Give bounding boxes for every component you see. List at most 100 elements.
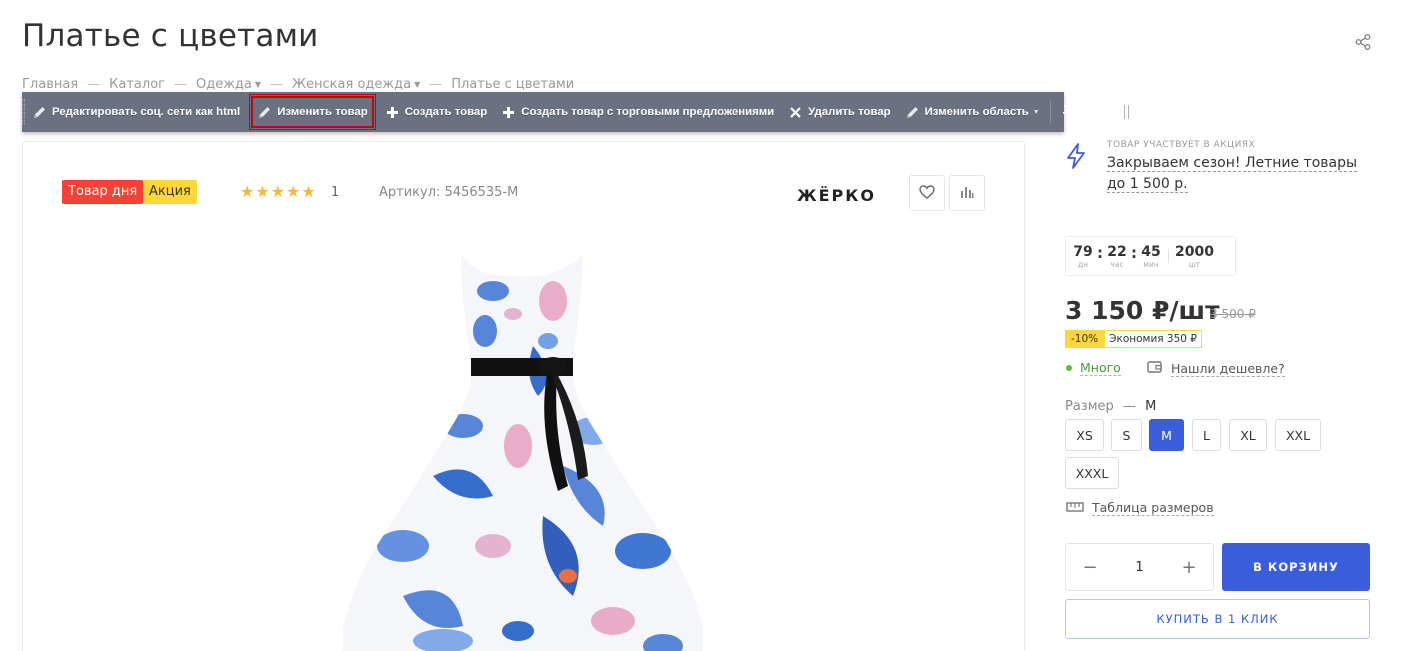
- breadcrumb-item-home[interactable]: Главная: [22, 77, 78, 92]
- chevron-down-icon[interactable]: ▼: [414, 80, 420, 89]
- size-option-s[interactable]: S: [1111, 419, 1142, 451]
- brand-logo[interactable]: ЖЁРКО: [797, 186, 876, 205]
- size-option-xl[interactable]: XL: [1229, 419, 1267, 451]
- rating-count: 1: [331, 185, 340, 200]
- size-label-text: Размер: [1065, 399, 1114, 414]
- toolbar-drag-handle[interactable]: [1120, 92, 1132, 132]
- size-selected-value: M: [1145, 399, 1157, 414]
- size-option-xs[interactable]: XS: [1065, 419, 1104, 451]
- toolbar-item-label: Редактировать соц. сети как html: [52, 106, 241, 118]
- create-product-offers-button[interactable]: Создать товар с торговыми предложениями: [494, 92, 781, 132]
- timer-quantity-unit: шт: [1188, 259, 1201, 269]
- discount-badge: -10% Экономия 350 ₽: [1065, 330, 1202, 348]
- toolbar-item-label: Изменить область: [924, 106, 1029, 118]
- old-price: 3 500 ₽: [1210, 307, 1256, 321]
- timer-minutes: 45 мин: [1140, 244, 1162, 269]
- compare-button[interactable]: [949, 175, 985, 211]
- breadcrumb-item-womens[interactable]: Женская одежда: [292, 77, 411, 92]
- timer-hours-unit: час: [1110, 259, 1124, 269]
- pencil-icon: [257, 105, 272, 120]
- toolbar-item-label: Создать товар с торговыми предложениями: [521, 106, 775, 118]
- countdown-timer: 79 дн : 22 час : 45 мин 2000 шт: [1065, 236, 1236, 276]
- page-title: Платье с цветами: [22, 18, 319, 54]
- toolbar-item-label: Изменить товар: [277, 106, 368, 118]
- timer-hours: 22 час: [1106, 244, 1128, 269]
- size-table-link[interactable]: Таблица размеров: [1066, 500, 1214, 516]
- timer-minutes-value: 45: [1141, 243, 1161, 260]
- stock-status: Много: [1066, 360, 1121, 376]
- product-image[interactable]: [343, 246, 703, 651]
- timer-divider: [1168, 249, 1169, 263]
- size-option-xxxl[interactable]: XXXL: [1065, 457, 1119, 489]
- plus-icon: [501, 105, 516, 120]
- pencil-icon: [905, 105, 920, 120]
- timer-minutes-unit: мин: [1143, 259, 1159, 269]
- timer-quantity-value: 2000: [1175, 243, 1214, 260]
- edit-area-button[interactable]: Изменить область ▼: [898, 92, 1047, 132]
- pin-button[interactable]: [1054, 92, 1080, 132]
- breadcrumb-item-clothing[interactable]: Одежда: [196, 77, 252, 92]
- lightning-icon: [1064, 142, 1088, 170]
- stock-dot-icon: [1066, 365, 1072, 371]
- toolbar-item-label: Удалить товар: [808, 106, 891, 118]
- toolbar-divider: [1049, 101, 1051, 123]
- found-cheaper-text: Нашли дешевле?: [1171, 360, 1285, 377]
- share-icon[interactable]: [1354, 33, 1372, 51]
- add-to-cart-button[interactable]: В КОРЗИНУ: [1222, 543, 1370, 591]
- chevron-down-icon: ▼: [1107, 108, 1114, 116]
- favorite-button[interactable]: [909, 175, 945, 211]
- chevron-down-icon: ▼: [1032, 108, 1040, 116]
- quantity-value[interactable]: 1: [1135, 560, 1143, 575]
- size-label-dash: —: [1122, 399, 1136, 414]
- admin-toolbar: Редактировать соц. сети как html Изменит…: [22, 92, 1129, 132]
- create-product-button[interactable]: Создать товар: [378, 92, 495, 132]
- timer-quantity: 2000 шт: [1175, 244, 1214, 269]
- breadcrumb-separator: —: [173, 77, 187, 92]
- size-option-l[interactable]: L: [1192, 419, 1221, 451]
- wallet-icon: [1147, 360, 1163, 377]
- timer-days: 79 дн: [1072, 244, 1094, 269]
- breadcrumb-separator: —: [270, 77, 284, 92]
- timer-hours-value: 22: [1107, 243, 1127, 260]
- chart-bars-icon: [960, 184, 974, 203]
- breadcrumb-item-catalog[interactable]: Каталог: [109, 77, 165, 92]
- timer-days-unit: дн: [1077, 259, 1089, 269]
- ruler-icon: [1066, 501, 1084, 516]
- close-icon: [788, 105, 803, 120]
- quantity-decrease-button[interactable]: −: [1080, 557, 1100, 578]
- pin-icon: [1061, 103, 1073, 122]
- promo-caption: Товар участвует в акциях: [1107, 140, 1256, 150]
- edit-product-button[interactable]: Изменить товар: [249, 94, 376, 130]
- product-sku: Артикул: 5456535-M: [379, 185, 519, 200]
- breadcrumb-separator: —: [87, 77, 101, 92]
- stock-status-text[interactable]: Много: [1080, 360, 1121, 376]
- timer-separator: :: [1131, 244, 1137, 262]
- breadcrumb: Главная — Каталог — Одежда ▼ — Женская од…: [22, 77, 574, 92]
- economy-amount: Экономия 350 ₽: [1104, 330, 1202, 348]
- timer-days-value: 79: [1073, 243, 1093, 260]
- gear-icon: [1087, 102, 1103, 122]
- promo-link-text: Закрываем сезон! Летние товары до 1 500 …: [1107, 155, 1358, 193]
- breadcrumb-separator: —: [429, 77, 443, 92]
- edit-social-html-button[interactable]: Редактировать соц. сети как html: [25, 92, 247, 132]
- toolbar-item-label: Создать товар: [404, 106, 488, 118]
- buy-one-click-button[interactable]: КУПИТЬ В 1 КЛИК: [1065, 599, 1370, 639]
- size-option-xxl[interactable]: XXL: [1275, 419, 1321, 451]
- delete-product-button[interactable]: Удалить товар: [781, 92, 897, 132]
- quantity-increase-button[interactable]: +: [1179, 557, 1199, 578]
- breadcrumb-item-current: Платье с цветами: [451, 77, 575, 92]
- discount-percent: -10%: [1065, 330, 1105, 348]
- timer-separator: :: [1097, 244, 1103, 262]
- quantity-stepper: − 1 +: [1065, 543, 1214, 591]
- rating-stars[interactable]: ★★★★★: [240, 182, 317, 201]
- promo-link[interactable]: Закрываем сезон! Летние товары до 1 500 …: [1107, 153, 1367, 195]
- badge-sale: Акция: [143, 180, 197, 204]
- current-price: 3 150 ₽/шт: [1065, 296, 1220, 325]
- badge-product-of-day: Товар дня: [62, 180, 144, 204]
- heart-icon: [919, 184, 935, 203]
- product-card: Товар дня Акция ★★★★★ 1 Артикул: 5456535…: [22, 141, 1025, 651]
- settings-button[interactable]: ▼: [1080, 92, 1120, 132]
- size-option-m[interactable]: M: [1149, 419, 1184, 451]
- found-cheaper-link[interactable]: Нашли дешевле?: [1147, 360, 1285, 377]
- chevron-down-icon[interactable]: ▼: [255, 80, 261, 89]
